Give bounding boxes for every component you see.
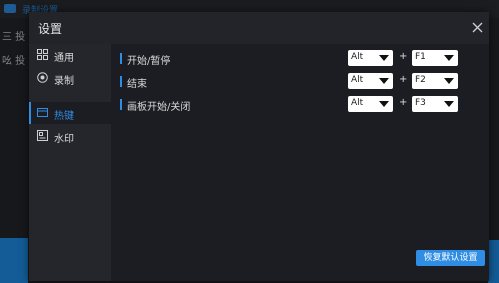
hotkey-row-end: 结束 Alt + F2 — [120, 73, 460, 91]
grid-icon — [37, 49, 48, 60]
chevron-down-icon — [379, 55, 389, 61]
record-icon — [37, 72, 48, 83]
chevron-down-icon — [444, 101, 454, 107]
plus-sign: + — [399, 74, 408, 85]
sidebar-item-label: 录制 — [54, 76, 74, 87]
chevron-down-icon — [379, 78, 389, 84]
chevron-down-icon — [444, 78, 454, 84]
sidebar-item-watermark[interactable]: 水印 — [29, 125, 111, 147]
hotkey-row-drawing-board: 画板开始/关闭 Alt + F3 — [120, 96, 460, 114]
row-accent-bar — [120, 76, 122, 87]
sidebar-item-general[interactable]: 通用 — [29, 44, 111, 66]
close-icon[interactable] — [471, 21, 484, 34]
chevron-down-icon — [444, 55, 454, 61]
chevron-down-icon — [379, 101, 389, 107]
select-value: F2 — [415, 75, 426, 85]
keyboard-icon — [37, 108, 48, 117]
modifier-select[interactable]: Alt — [348, 73, 393, 89]
sidebar-item-record[interactable]: 录制 — [29, 67, 111, 89]
select-value: F1 — [415, 52, 426, 62]
select-value: Alt — [351, 98, 364, 108]
plus-sign: + — [399, 97, 408, 108]
dialog-title: 设置 — [38, 22, 63, 36]
watermark-icon — [37, 130, 48, 141]
sidebar-item-label: 通用 — [54, 53, 74, 64]
key-select[interactable]: F3 — [412, 96, 458, 112]
sidebar-item-label: 水印 — [54, 134, 74, 145]
key-select[interactable]: F1 — [412, 50, 458, 66]
restore-defaults-button[interactable]: 恢复默认设置 — [416, 250, 485, 266]
hotkey-label: 结束 — [127, 79, 147, 90]
select-value: Alt — [351, 52, 364, 62]
hotkey-row-start-pause: 开始/暂停 Alt + F1 — [120, 50, 460, 68]
sidebar-item-label: 热键 — [54, 111, 74, 122]
sidebar-item-hotkeys[interactable]: 热键 — [29, 102, 111, 124]
dialog-header: 设置 — [29, 12, 489, 44]
modifier-select[interactable]: Alt — [348, 50, 393, 66]
hotkey-label: 开始/暂停 — [127, 56, 171, 67]
row-accent-bar — [120, 99, 122, 110]
plus-sign: + — [399, 51, 408, 62]
settings-sidebar: 通用 录制 热键 水印 — [29, 44, 111, 281]
key-select[interactable]: F2 — [412, 73, 458, 89]
settings-dialog: 设置 通用 录制 热键 水印 开始/暂停 Alt + F1 结束 Alt + F… — [29, 12, 489, 281]
hotkey-label: 画板开始/关闭 — [127, 102, 191, 113]
modifier-select[interactable]: Alt — [348, 96, 393, 112]
row-accent-bar — [120, 53, 122, 64]
select-value: Alt — [351, 75, 364, 85]
select-value: F3 — [415, 98, 426, 108]
